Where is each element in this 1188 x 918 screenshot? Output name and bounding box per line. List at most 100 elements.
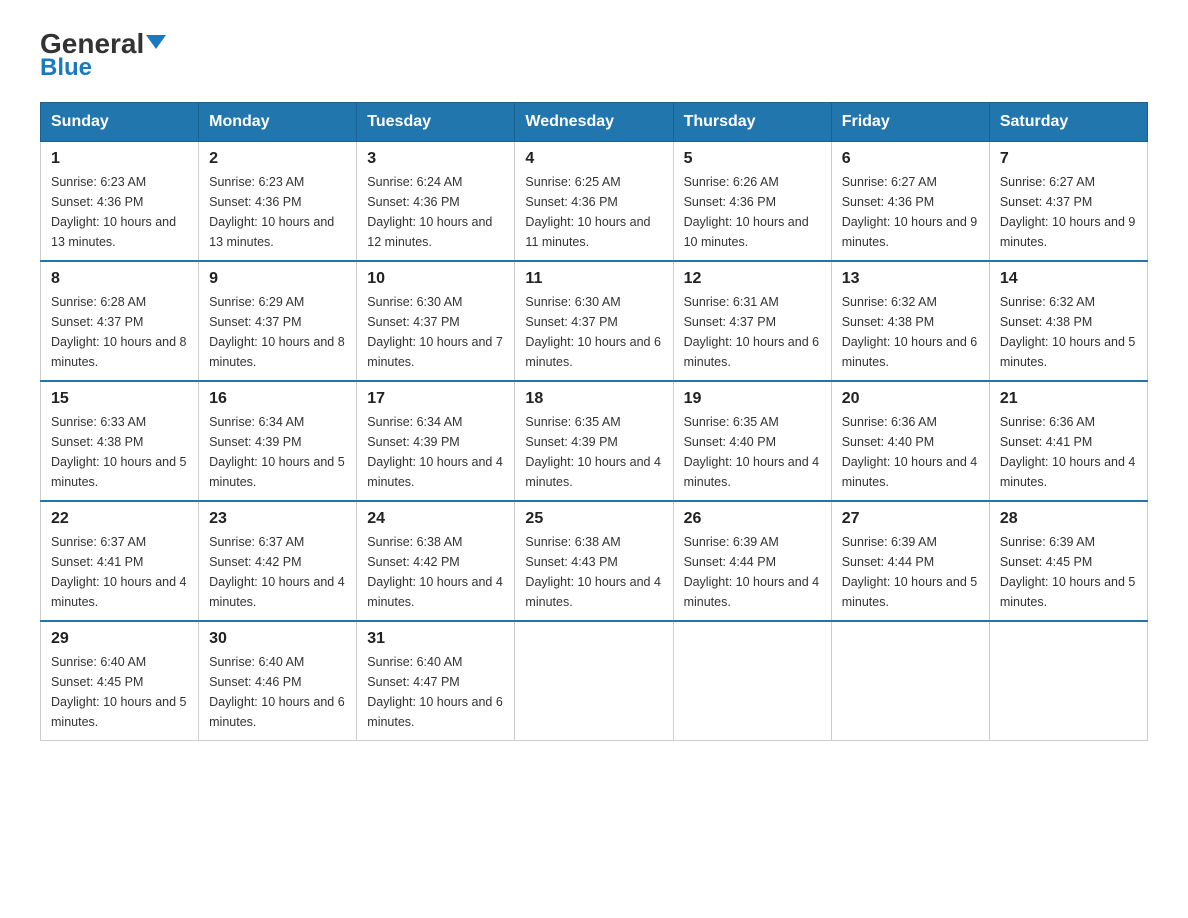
day-number: 21 xyxy=(1000,390,1137,408)
calendar-day-cell: 17 Sunrise: 6:34 AMSunset: 4:39 PMDaylig… xyxy=(357,381,515,501)
day-info: Sunrise: 6:24 AMSunset: 4:36 PMDaylight:… xyxy=(367,175,492,249)
day-info: Sunrise: 6:38 AMSunset: 4:43 PMDaylight:… xyxy=(525,535,661,609)
day-number: 13 xyxy=(842,270,979,288)
calendar-day-cell: 31 Sunrise: 6:40 AMSunset: 4:47 PMDaylig… xyxy=(357,621,515,741)
day-info: Sunrise: 6:29 AMSunset: 4:37 PMDaylight:… xyxy=(209,295,345,369)
calendar-day-cell: 15 Sunrise: 6:33 AMSunset: 4:38 PMDaylig… xyxy=(41,381,199,501)
day-info: Sunrise: 6:28 AMSunset: 4:37 PMDaylight:… xyxy=(51,295,187,369)
weekday-header-cell: Thursday xyxy=(673,103,831,142)
calendar-day-cell: 21 Sunrise: 6:36 AMSunset: 4:41 PMDaylig… xyxy=(989,381,1147,501)
day-info: Sunrise: 6:35 AMSunset: 4:40 PMDaylight:… xyxy=(684,415,820,489)
day-info: Sunrise: 6:32 AMSunset: 4:38 PMDaylight:… xyxy=(1000,295,1136,369)
calendar-day-cell: 28 Sunrise: 6:39 AMSunset: 4:45 PMDaylig… xyxy=(989,501,1147,621)
calendar-week-row: 29 Sunrise: 6:40 AMSunset: 4:45 PMDaylig… xyxy=(41,621,1148,741)
calendar-day-cell xyxy=(831,621,989,741)
calendar-day-cell: 1 Sunrise: 6:23 AMSunset: 4:36 PMDayligh… xyxy=(41,142,199,262)
calendar-week-row: 8 Sunrise: 6:28 AMSunset: 4:37 PMDayligh… xyxy=(41,261,1148,381)
day-info: Sunrise: 6:26 AMSunset: 4:36 PMDaylight:… xyxy=(684,175,809,249)
day-number: 17 xyxy=(367,390,504,408)
day-number: 3 xyxy=(367,150,504,168)
day-number: 12 xyxy=(684,270,821,288)
calendar-day-cell xyxy=(673,621,831,741)
calendar-day-cell: 23 Sunrise: 6:37 AMSunset: 4:42 PMDaylig… xyxy=(199,501,357,621)
calendar-day-cell: 7 Sunrise: 6:27 AMSunset: 4:37 PMDayligh… xyxy=(989,142,1147,262)
day-number: 15 xyxy=(51,390,188,408)
day-info: Sunrise: 6:40 AMSunset: 4:46 PMDaylight:… xyxy=(209,655,345,729)
day-number: 30 xyxy=(209,630,346,648)
calendar-day-cell: 16 Sunrise: 6:34 AMSunset: 4:39 PMDaylig… xyxy=(199,381,357,501)
weekday-header-cell: Friday xyxy=(831,103,989,142)
day-info: Sunrise: 6:39 AMSunset: 4:44 PMDaylight:… xyxy=(684,535,820,609)
day-info: Sunrise: 6:27 AMSunset: 4:36 PMDaylight:… xyxy=(842,175,978,249)
calendar-day-cell: 11 Sunrise: 6:30 AMSunset: 4:37 PMDaylig… xyxy=(515,261,673,381)
calendar-day-cell: 24 Sunrise: 6:38 AMSunset: 4:42 PMDaylig… xyxy=(357,501,515,621)
calendar-day-cell: 12 Sunrise: 6:31 AMSunset: 4:37 PMDaylig… xyxy=(673,261,831,381)
day-number: 31 xyxy=(367,630,504,648)
day-info: Sunrise: 6:25 AMSunset: 4:36 PMDaylight:… xyxy=(525,175,650,249)
logo: General Blue xyxy=(40,30,166,82)
day-info: Sunrise: 6:35 AMSunset: 4:39 PMDaylight:… xyxy=(525,415,661,489)
calendar-day-cell: 27 Sunrise: 6:39 AMSunset: 4:44 PMDaylig… xyxy=(831,501,989,621)
day-info: Sunrise: 6:31 AMSunset: 4:37 PMDaylight:… xyxy=(684,295,820,369)
day-number: 1 xyxy=(51,150,188,168)
calendar-day-cell: 30 Sunrise: 6:40 AMSunset: 4:46 PMDaylig… xyxy=(199,621,357,741)
day-info: Sunrise: 6:39 AMSunset: 4:45 PMDaylight:… xyxy=(1000,535,1136,609)
calendar-day-cell: 25 Sunrise: 6:38 AMSunset: 4:43 PMDaylig… xyxy=(515,501,673,621)
day-number: 5 xyxy=(684,150,821,168)
day-info: Sunrise: 6:30 AMSunset: 4:37 PMDaylight:… xyxy=(367,295,503,369)
calendar-day-cell: 6 Sunrise: 6:27 AMSunset: 4:36 PMDayligh… xyxy=(831,142,989,262)
day-info: Sunrise: 6:34 AMSunset: 4:39 PMDaylight:… xyxy=(367,415,503,489)
day-number: 23 xyxy=(209,510,346,528)
day-number: 16 xyxy=(209,390,346,408)
day-info: Sunrise: 6:36 AMSunset: 4:40 PMDaylight:… xyxy=(842,415,978,489)
calendar-day-cell: 22 Sunrise: 6:37 AMSunset: 4:41 PMDaylig… xyxy=(41,501,199,621)
day-info: Sunrise: 6:37 AMSunset: 4:42 PMDaylight:… xyxy=(209,535,345,609)
weekday-header-cell: Saturday xyxy=(989,103,1147,142)
day-info: Sunrise: 6:33 AMSunset: 4:38 PMDaylight:… xyxy=(51,415,187,489)
weekday-header-cell: Sunday xyxy=(41,103,199,142)
day-info: Sunrise: 6:40 AMSunset: 4:45 PMDaylight:… xyxy=(51,655,187,729)
weekday-header-cell: Monday xyxy=(199,103,357,142)
calendar-day-cell: 5 Sunrise: 6:26 AMSunset: 4:36 PMDayligh… xyxy=(673,142,831,262)
day-info: Sunrise: 6:34 AMSunset: 4:39 PMDaylight:… xyxy=(209,415,345,489)
day-number: 18 xyxy=(525,390,662,408)
calendar-week-row: 22 Sunrise: 6:37 AMSunset: 4:41 PMDaylig… xyxy=(41,501,1148,621)
day-number: 22 xyxy=(51,510,188,528)
calendar-day-cell: 3 Sunrise: 6:24 AMSunset: 4:36 PMDayligh… xyxy=(357,142,515,262)
day-number: 2 xyxy=(209,150,346,168)
day-info: Sunrise: 6:23 AMSunset: 4:36 PMDaylight:… xyxy=(209,175,334,249)
day-info: Sunrise: 6:23 AMSunset: 4:36 PMDaylight:… xyxy=(51,175,176,249)
calendar-day-cell: 26 Sunrise: 6:39 AMSunset: 4:44 PMDaylig… xyxy=(673,501,831,621)
day-number: 7 xyxy=(1000,150,1137,168)
calendar-day-cell: 2 Sunrise: 6:23 AMSunset: 4:36 PMDayligh… xyxy=(199,142,357,262)
day-info: Sunrise: 6:38 AMSunset: 4:42 PMDaylight:… xyxy=(367,535,503,609)
calendar-day-cell: 18 Sunrise: 6:35 AMSunset: 4:39 PMDaylig… xyxy=(515,381,673,501)
day-number: 9 xyxy=(209,270,346,288)
day-number: 24 xyxy=(367,510,504,528)
calendar-day-cell: 8 Sunrise: 6:28 AMSunset: 4:37 PMDayligh… xyxy=(41,261,199,381)
day-info: Sunrise: 6:39 AMSunset: 4:44 PMDaylight:… xyxy=(842,535,978,609)
logo-triangle-icon xyxy=(146,35,166,49)
day-info: Sunrise: 6:40 AMSunset: 4:47 PMDaylight:… xyxy=(367,655,503,729)
calendar-day-cell: 29 Sunrise: 6:40 AMSunset: 4:45 PMDaylig… xyxy=(41,621,199,741)
day-number: 28 xyxy=(1000,510,1137,528)
day-number: 8 xyxy=(51,270,188,288)
day-number: 25 xyxy=(525,510,662,528)
day-number: 6 xyxy=(842,150,979,168)
weekday-header-cell: Wednesday xyxy=(515,103,673,142)
weekday-header-row: SundayMondayTuesdayWednesdayThursdayFrid… xyxy=(41,103,1148,142)
day-info: Sunrise: 6:27 AMSunset: 4:37 PMDaylight:… xyxy=(1000,175,1136,249)
calendar-table: SundayMondayTuesdayWednesdayThursdayFrid… xyxy=(40,102,1148,741)
calendar-day-cell: 14 Sunrise: 6:32 AMSunset: 4:38 PMDaylig… xyxy=(989,261,1147,381)
calendar-week-row: 15 Sunrise: 6:33 AMSunset: 4:38 PMDaylig… xyxy=(41,381,1148,501)
logo-blue-text: Blue xyxy=(40,54,92,82)
day-number: 26 xyxy=(684,510,821,528)
day-info: Sunrise: 6:36 AMSunset: 4:41 PMDaylight:… xyxy=(1000,415,1136,489)
day-number: 19 xyxy=(684,390,821,408)
day-number: 11 xyxy=(525,270,662,288)
calendar-day-cell: 19 Sunrise: 6:35 AMSunset: 4:40 PMDaylig… xyxy=(673,381,831,501)
day-number: 27 xyxy=(842,510,979,528)
calendar-body: 1 Sunrise: 6:23 AMSunset: 4:36 PMDayligh… xyxy=(41,142,1148,741)
calendar-week-row: 1 Sunrise: 6:23 AMSunset: 4:36 PMDayligh… xyxy=(41,142,1148,262)
page-header: General Blue xyxy=(40,30,1148,82)
